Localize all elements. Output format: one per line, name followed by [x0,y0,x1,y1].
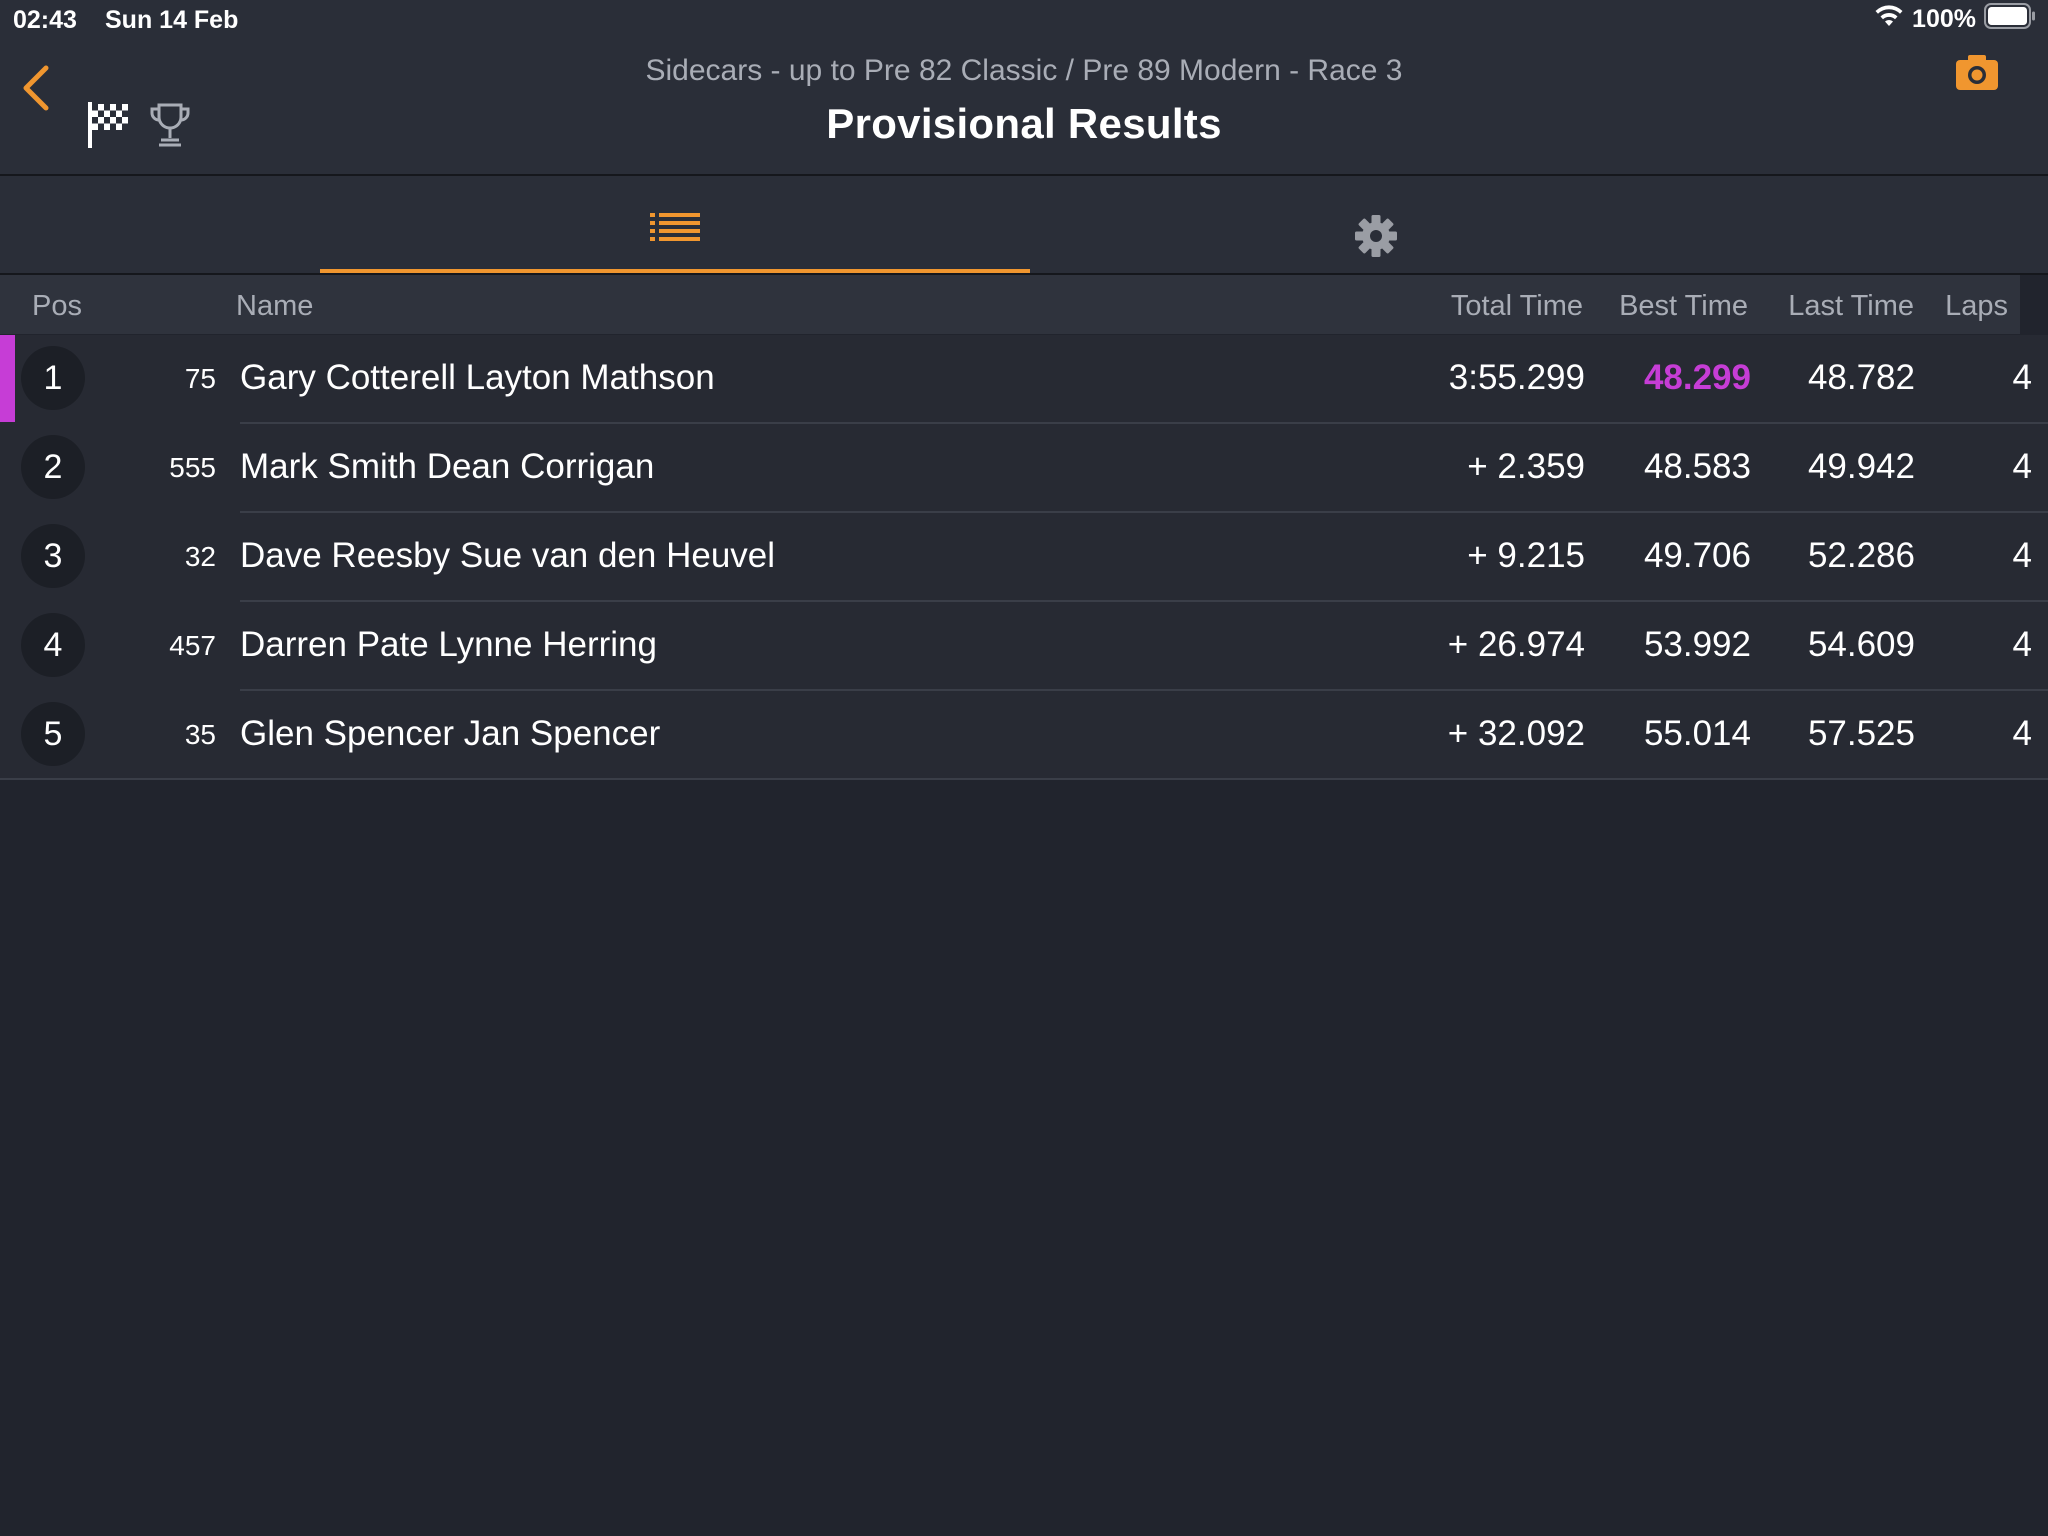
rider-names: Gary Cotterell Layton Mathson [240,358,715,397]
position-badge: 2 [21,435,85,499]
tab-results-list[interactable] [320,176,1030,273]
last-time: 49.942 [1807,447,1915,486]
results-table-body: 1 75 Gary Cotterell Layton Mathson 3:55.… [0,335,2048,780]
total-time: 3:55.299 [1448,358,1585,397]
status-right: 100% [1874,2,2036,36]
laps: 4 [2012,536,2032,575]
fastest-lap-marker [0,335,15,422]
laps: 4 [2012,447,2032,486]
results-screen: 02:43 Sun 14 Feb 100% Sidecars - up to P… [0,0,2048,1536]
camera-button[interactable] [1954,52,2000,92]
last-time: 54.609 [1807,625,1915,664]
tab-bar [0,176,2048,275]
status-bar: 02:43 Sun 14 Feb 100% [0,0,2048,38]
race-number: 555 [169,452,216,483]
laps: 4 [2012,358,2032,397]
rider-names: Dave Reesby Sue van den Heuvel [240,536,776,575]
rider-names: Mark Smith Dean Corrigan [240,447,655,486]
position-badge: 3 [21,524,85,588]
page-title: Provisional Results [826,100,1222,147]
position-badge: 4 [21,613,85,677]
table-row[interactable]: 1 75 Gary Cotterell Layton Mathson 3:55.… [0,335,2048,424]
race-number: 35 [184,719,216,750]
gear-icon [1354,214,1398,263]
last-time: 52.286 [1807,536,1915,575]
header-laps: Laps [1945,290,2008,322]
table-header-edge [2020,275,2048,334]
status-time: 02:43 [13,6,77,34]
race-number: 32 [184,541,216,572]
last-time: 57.525 [1807,714,1915,753]
battery-icon [1984,2,2036,36]
tab-settings[interactable] [1030,176,1722,273]
header-total-time: Total Time [1450,290,1583,322]
rider-names: Glen Spencer Jan Spencer [240,714,661,753]
race-number: 75 [184,363,216,394]
nav-header: Sidecars - up to Pre 82 Classic / Pre 89… [0,38,2048,176]
table-row[interactable]: 3 32 Dave Reesby Sue van den Heuvel + 9.… [0,513,2048,602]
camera-icon [1956,55,1998,90]
total-time: + 32.092 [1447,714,1585,753]
header-best-time: Best Time [1619,290,1748,322]
battery-percent: 100% [1912,4,1976,33]
total-time: + 2.359 [1467,447,1585,486]
table-row[interactable]: 4 457 Darren Pate Lynne Herring + 26.974… [0,602,2048,691]
best-time: 48.583 [1643,447,1751,486]
best-time: 49.706 [1643,536,1751,575]
table-row[interactable]: 2 555 Mark Smith Dean Corrigan + 2.359 4… [0,424,2048,513]
total-time: + 26.974 [1447,625,1585,664]
last-time: 48.782 [1807,358,1915,397]
header-pos: Pos [32,290,82,322]
laps: 4 [2012,714,2032,753]
best-time: 48.299 [1643,358,1751,397]
laps: 4 [2012,625,2032,664]
rider-names: Darren Pate Lynne Herring [240,625,657,664]
table-row[interactable]: 5 35 Glen Spencer Jan Spencer + 32.092 5… [0,691,2048,780]
active-tab-indicator [320,269,1030,273]
position-badge: 5 [21,702,85,766]
race-number: 457 [169,630,216,661]
wifi-icon [1874,4,1904,35]
best-time: 55.014 [1643,714,1751,753]
list-icon [650,212,700,247]
position-badge: 1 [21,346,85,410]
header-last-time: Last Time [1788,290,1914,322]
status-date: Sun 14 Feb [105,6,239,34]
race-subtitle: Sidecars - up to Pre 82 Classic / Pre 89… [645,54,1403,87]
best-time: 53.992 [1643,625,1751,664]
results-table-header: Pos Name Total Time Best Time Last Time … [0,275,2020,334]
total-time: + 9.215 [1467,536,1585,575]
header-name: Name [236,290,314,322]
